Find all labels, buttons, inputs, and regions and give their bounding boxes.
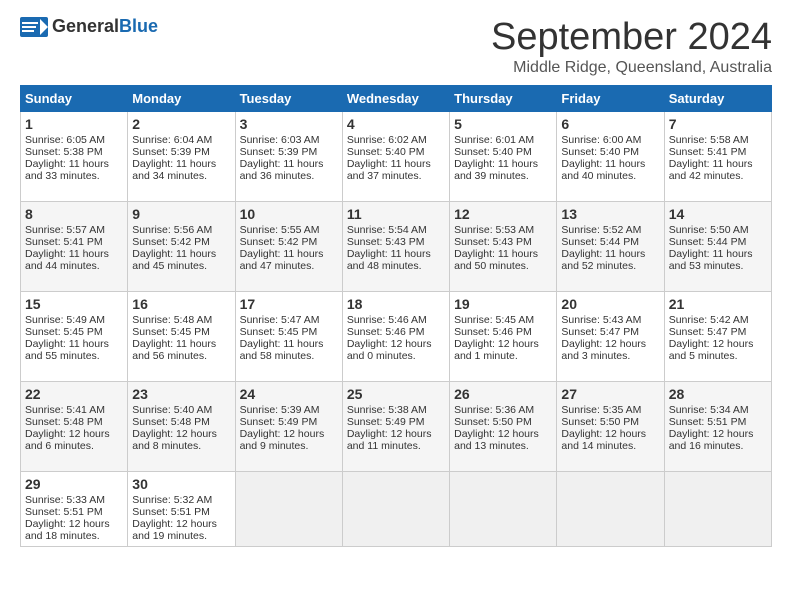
table-row: 26Sunrise: 5:36 AMSunset: 5:50 PMDayligh…	[450, 382, 557, 472]
page-header: GeneralBlue September 2024 Middle Ridge,…	[20, 16, 772, 77]
calendar-header-row: Sunday Monday Tuesday Wednesday Thursday…	[21, 86, 772, 112]
table-row: 22Sunrise: 5:41 AMSunset: 5:48 PMDayligh…	[21, 382, 128, 472]
table-row: 20Sunrise: 5:43 AMSunset: 5:47 PMDayligh…	[557, 292, 664, 382]
location-title: Middle Ridge, Queensland, Australia	[491, 59, 772, 77]
table-row	[664, 472, 771, 547]
table-row: 24Sunrise: 5:39 AMSunset: 5:49 PMDayligh…	[235, 382, 342, 472]
title-area: September 2024 Middle Ridge, Queensland,…	[491, 16, 772, 77]
header-thursday: Thursday	[450, 86, 557, 112]
header-saturday: Saturday	[664, 86, 771, 112]
logo-text: GeneralBlue	[52, 16, 158, 37]
table-row: 12Sunrise: 5:53 AMSunset: 5:43 PMDayligh…	[450, 202, 557, 292]
table-row: 17Sunrise: 5:47 AMSunset: 5:45 PMDayligh…	[235, 292, 342, 382]
table-row: 25Sunrise: 5:38 AMSunset: 5:49 PMDayligh…	[342, 382, 449, 472]
table-row: 30Sunrise: 5:32 AMSunset: 5:51 PMDayligh…	[128, 472, 235, 547]
table-row: 16Sunrise: 5:48 AMSunset: 5:45 PMDayligh…	[128, 292, 235, 382]
month-title: September 2024	[491, 16, 772, 59]
table-row: 3Sunrise: 6:03 AMSunset: 5:39 PMDaylight…	[235, 112, 342, 202]
header-wednesday: Wednesday	[342, 86, 449, 112]
table-row: 15Sunrise: 5:49 AMSunset: 5:45 PMDayligh…	[21, 292, 128, 382]
table-row: 18Sunrise: 5:46 AMSunset: 5:46 PMDayligh…	[342, 292, 449, 382]
table-row: 19Sunrise: 5:45 AMSunset: 5:46 PMDayligh…	[450, 292, 557, 382]
logo: GeneralBlue	[20, 16, 158, 37]
table-row: 7Sunrise: 5:58 AMSunset: 5:41 PMDaylight…	[664, 112, 771, 202]
table-row: 29Sunrise: 5:33 AMSunset: 5:51 PMDayligh…	[21, 472, 128, 547]
table-row: 14Sunrise: 5:50 AMSunset: 5:44 PMDayligh…	[664, 202, 771, 292]
table-row: 8Sunrise: 5:57 AMSunset: 5:41 PMDaylight…	[21, 202, 128, 292]
header-tuesday: Tuesday	[235, 86, 342, 112]
calendar-week-5: 29Sunrise: 5:33 AMSunset: 5:51 PMDayligh…	[21, 472, 772, 547]
table-row: 5Sunrise: 6:01 AMSunset: 5:40 PMDaylight…	[450, 112, 557, 202]
table-row: 2Sunrise: 6:04 AMSunset: 5:39 PMDaylight…	[128, 112, 235, 202]
table-row	[450, 472, 557, 547]
calendar-week-3: 15Sunrise: 5:49 AMSunset: 5:45 PMDayligh…	[21, 292, 772, 382]
calendar-table: Sunday Monday Tuesday Wednesday Thursday…	[20, 85, 772, 547]
calendar-week-4: 22Sunrise: 5:41 AMSunset: 5:48 PMDayligh…	[21, 382, 772, 472]
header-friday: Friday	[557, 86, 664, 112]
table-row	[342, 472, 449, 547]
table-row: 4Sunrise: 6:02 AMSunset: 5:40 PMDaylight…	[342, 112, 449, 202]
table-row	[235, 472, 342, 547]
table-row: 11Sunrise: 5:54 AMSunset: 5:43 PMDayligh…	[342, 202, 449, 292]
header-monday: Monday	[128, 86, 235, 112]
table-row: 1Sunrise: 6:05 AMSunset: 5:38 PMDaylight…	[21, 112, 128, 202]
table-row: 27Sunrise: 5:35 AMSunset: 5:50 PMDayligh…	[557, 382, 664, 472]
calendar-week-2: 8Sunrise: 5:57 AMSunset: 5:41 PMDaylight…	[21, 202, 772, 292]
table-row	[557, 472, 664, 547]
table-row: 10Sunrise: 5:55 AMSunset: 5:42 PMDayligh…	[235, 202, 342, 292]
header-sunday: Sunday	[21, 86, 128, 112]
table-row: 6Sunrise: 6:00 AMSunset: 5:40 PMDaylight…	[557, 112, 664, 202]
table-row: 9Sunrise: 5:56 AMSunset: 5:42 PMDaylight…	[128, 202, 235, 292]
table-row: 23Sunrise: 5:40 AMSunset: 5:48 PMDayligh…	[128, 382, 235, 472]
table-row: 13Sunrise: 5:52 AMSunset: 5:44 PMDayligh…	[557, 202, 664, 292]
table-row: 28Sunrise: 5:34 AMSunset: 5:51 PMDayligh…	[664, 382, 771, 472]
logo-blue: Blue	[119, 16, 158, 36]
generalblue-icon	[20, 17, 48, 37]
logo-general: General	[52, 16, 119, 36]
table-row: 21Sunrise: 5:42 AMSunset: 5:47 PMDayligh…	[664, 292, 771, 382]
calendar-week-1: 1Sunrise: 6:05 AMSunset: 5:38 PMDaylight…	[21, 112, 772, 202]
